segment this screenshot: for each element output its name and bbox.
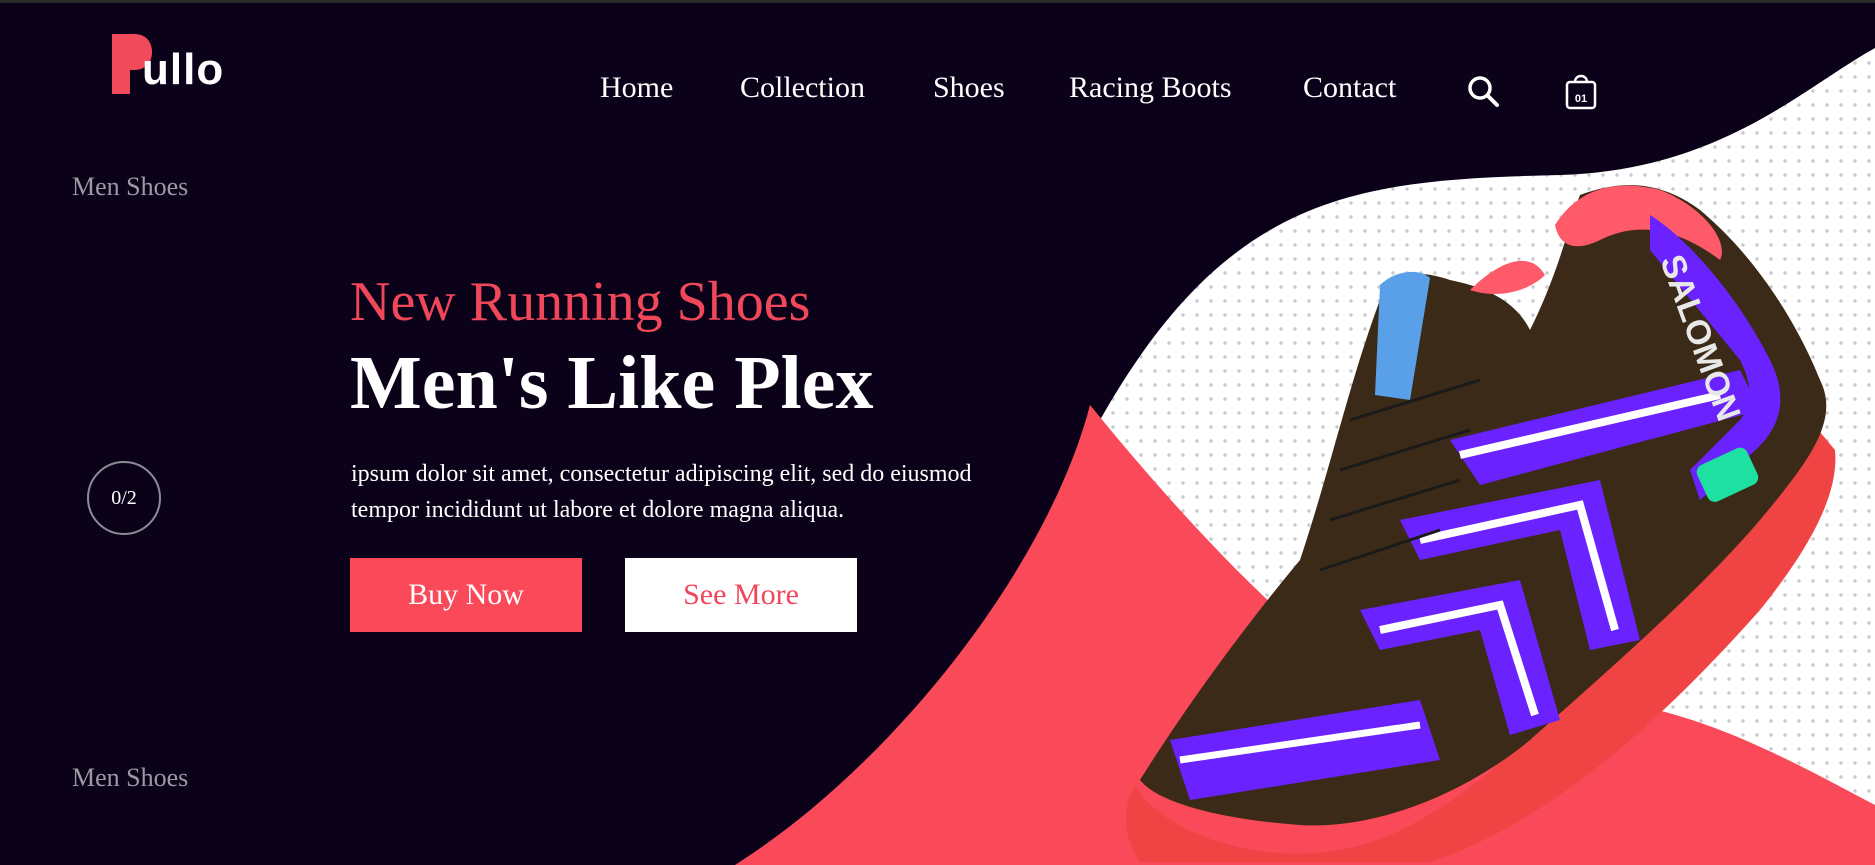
- nav-home[interactable]: Home: [600, 68, 673, 108]
- slide-pager[interactable]: 0/2: [87, 461, 161, 535]
- cart-count: 01: [1575, 93, 1587, 105]
- logo-text: ullo: [142, 45, 225, 94]
- hero-description: ipsum dolor sit amet, consectetur adipis…: [351, 461, 972, 523]
- buy-now-button[interactable]: Buy Now: [350, 558, 582, 632]
- side-label-bottom: Men Shoes: [72, 763, 189, 792]
- hero-artwork: SALOMON: [735, 48, 1875, 865]
- hero-subtitle: New Running Shoes: [350, 271, 811, 333]
- nav-racing-boots[interactable]: Racing Boots: [1069, 68, 1232, 108]
- nav-contact[interactable]: Contact: [1303, 68, 1396, 108]
- search-icon[interactable]: [1466, 74, 1500, 108]
- nav-shoes[interactable]: Shoes: [933, 68, 1005, 108]
- nav-collection[interactable]: Collection: [740, 68, 865, 108]
- see-more-button[interactable]: See More: [625, 558, 857, 632]
- side-label-top: Men Shoes: [72, 172, 189, 201]
- shopping-bag-icon[interactable]: 01: [1564, 70, 1598, 110]
- hero-title: Men's Like Plex: [350, 341, 874, 425]
